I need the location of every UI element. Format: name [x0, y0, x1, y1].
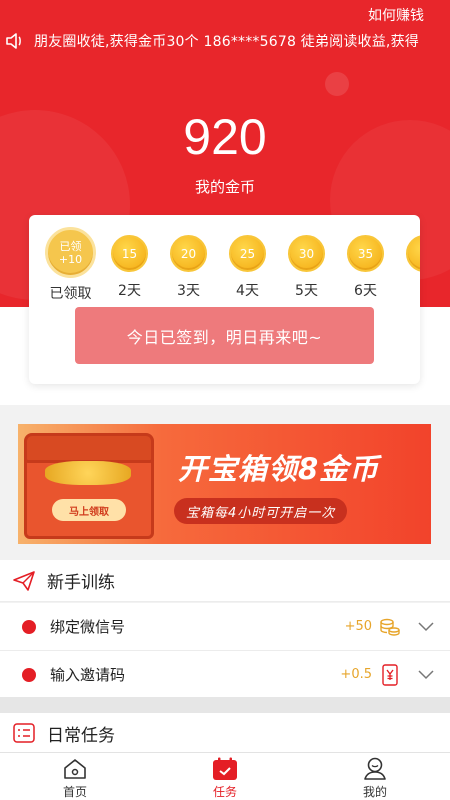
day-label: 4天 [236, 283, 259, 299]
decor-circle [325, 72, 349, 96]
task-reward: +0.5 [340, 667, 372, 682]
section-title: 新手训练 [47, 573, 115, 593]
task-invite-code[interactable]: 输入邀请码 +0.5 [0, 651, 450, 699]
bottom-tab-bar: 首页 任务 我的 [0, 752, 450, 800]
tab-home[interactable]: 首页 [0, 753, 150, 800]
day-reward: 25 [239, 246, 256, 261]
coin-icon: 15 [111, 235, 148, 272]
yuan-note-icon [378, 663, 402, 687]
chest-claim-button[interactable]: 马上领取 [52, 499, 126, 521]
section-title: 日常任务 [47, 725, 115, 746]
chevron-down-icon[interactable] [418, 667, 434, 683]
announcement-ticker: 朋友圈收徒,获得金币30个 186****5678 徒弟阅读收益,获得 [0, 30, 450, 52]
bullet-dot [22, 667, 36, 682]
task-bind-wechat[interactable]: 绑定微信号 +50 [0, 603, 450, 651]
checklist-icon [12, 721, 36, 745]
task-reward: +50 [344, 619, 372, 634]
checkin-day-7 [395, 227, 420, 307]
chevron-down-icon[interactable] [418, 619, 434, 635]
day-reward: 20 [180, 246, 197, 261]
day-label: 已领取 [49, 286, 92, 302]
coin-balance-label: 我的金币 [194, 178, 255, 196]
treasure-chest-icon: 马上领取 [24, 433, 154, 539]
coin-icon: 20 [170, 235, 207, 272]
checkin-card: 已领 +10 已领取 15 2天 20 3天 25 4天 30 5天 35 6天 [29, 215, 420, 384]
day-label: 3天 [177, 283, 200, 299]
day-reward: 30 [298, 246, 315, 261]
calendar-icon [211, 757, 239, 781]
coin-balance: 920 [183, 109, 267, 165]
checkin-day-5: 30 5天 [277, 227, 336, 307]
tab-label: 我的 [362, 785, 387, 799]
checkin-button[interactable]: 今日已签到，明日再来吧~ [75, 307, 374, 364]
day-status: 已领 [59, 239, 82, 253]
tab-mine[interactable]: 我的 [300, 753, 450, 800]
gold-coins-icon [45, 461, 131, 485]
section-divider [0, 697, 450, 713]
tab-label: 首页 [62, 785, 87, 799]
checkin-day-6: 35 6天 [336, 227, 395, 307]
day-label: 6天 [354, 283, 377, 299]
day-reward: 15 [121, 246, 138, 261]
home-icon [61, 757, 89, 781]
task-name: 输入邀请码 [50, 666, 126, 684]
bullet-dot [22, 619, 36, 634]
day-label: 5天 [295, 283, 318, 299]
newbie-section-header: 新手训练 [0, 560, 450, 602]
paper-plane-icon [12, 569, 36, 593]
day-reward: +10 [58, 252, 83, 266]
treasure-chest-banner[interactable]: 马上领取 开宝箱领8金币 宝箱每4小时可开启一次 [18, 424, 431, 544]
coin-icon: 35 [347, 235, 384, 272]
speaker-icon [0, 30, 30, 52]
banner-subtitle: 宝箱每4小时可开启一次 [174, 498, 348, 524]
user-icon [361, 757, 389, 781]
checkin-day-1: 已领 +10 已领取 [41, 227, 100, 307]
how-to-earn-link[interactable]: 如何赚钱 [368, 5, 424, 25]
checkin-day-3: 20 3天 [159, 227, 218, 307]
task-name: 绑定微信号 [50, 618, 126, 636]
checkin-days: 已领 +10 已领取 15 2天 20 3天 25 4天 30 5天 35 6天 [41, 227, 420, 307]
tab-label: 任务 [212, 785, 237, 799]
daily-section-header: 日常任务 [0, 713, 450, 753]
coin-icon: 25 [229, 235, 266, 272]
ticker-text: 朋友圈收徒,获得金币30个 186****5678 徒弟阅读收益,获得 [34, 34, 419, 50]
coin-icon: 30 [288, 235, 325, 272]
banner-title: 开宝箱领8金币 [178, 452, 380, 486]
coin-icon [406, 235, 420, 272]
chest-lid [24, 433, 154, 463]
day-label: 2天 [118, 283, 141, 299]
tab-tasks[interactable]: 任务 [150, 753, 300, 800]
coins-icon [378, 615, 402, 639]
day-reward: 35 [357, 246, 374, 261]
checkin-day-4: 25 4天 [218, 227, 277, 307]
coin-claimed-icon: 已领 +10 [45, 227, 96, 278]
checkin-day-2: 15 2天 [100, 227, 159, 307]
